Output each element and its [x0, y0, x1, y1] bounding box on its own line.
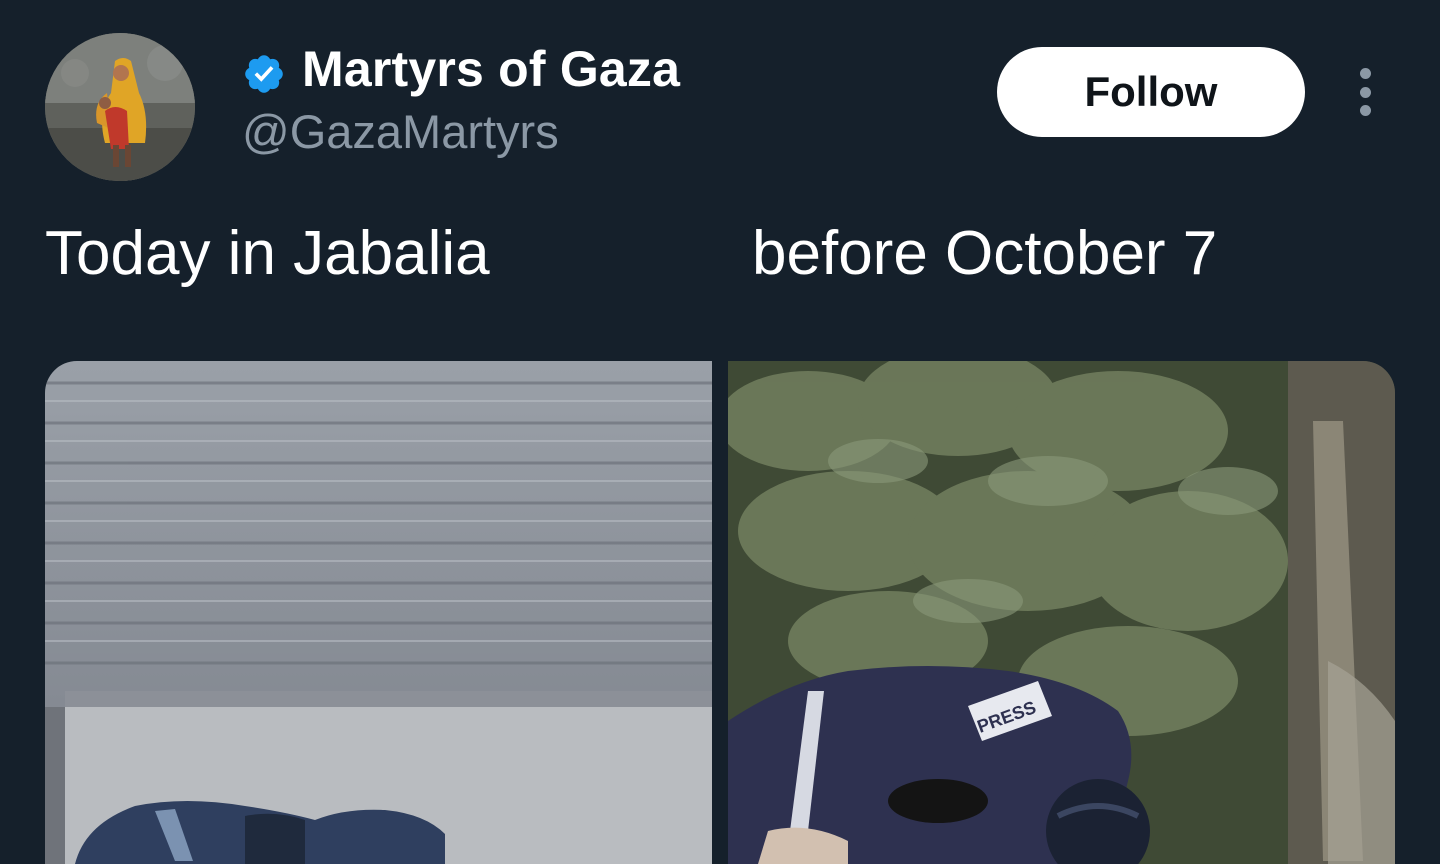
tweet-text-right: before October 7	[752, 219, 1218, 288]
author-display-name[interactable]: Martyrs of Gaza	[302, 40, 680, 98]
dot	[1359, 105, 1371, 116]
media-photo-left[interactable]	[45, 361, 712, 864]
author-handle[interactable]: @GazaMartyrs	[242, 104, 559, 159]
tweet-media-grid: PRESS	[45, 361, 1395, 864]
photo-before-october-7: PRESS	[728, 361, 1395, 864]
author-avatar[interactable]	[45, 33, 195, 181]
dot	[1359, 68, 1371, 79]
verified-badge-icon	[245, 55, 283, 93]
dot	[1359, 86, 1371, 98]
tweet-card: Martyrs of Gaza @GazaMartyrs Follow Toda…	[0, 0, 1440, 864]
follow-button[interactable]: Follow	[997, 47, 1305, 137]
tweet-text-left: Today in Jabalia	[45, 219, 490, 288]
more-vertical-icon[interactable]	[1344, 64, 1386, 120]
media-photo-right[interactable]: PRESS	[728, 361, 1395, 864]
photo-jabalia	[45, 361, 712, 864]
avatar-image	[45, 33, 195, 181]
